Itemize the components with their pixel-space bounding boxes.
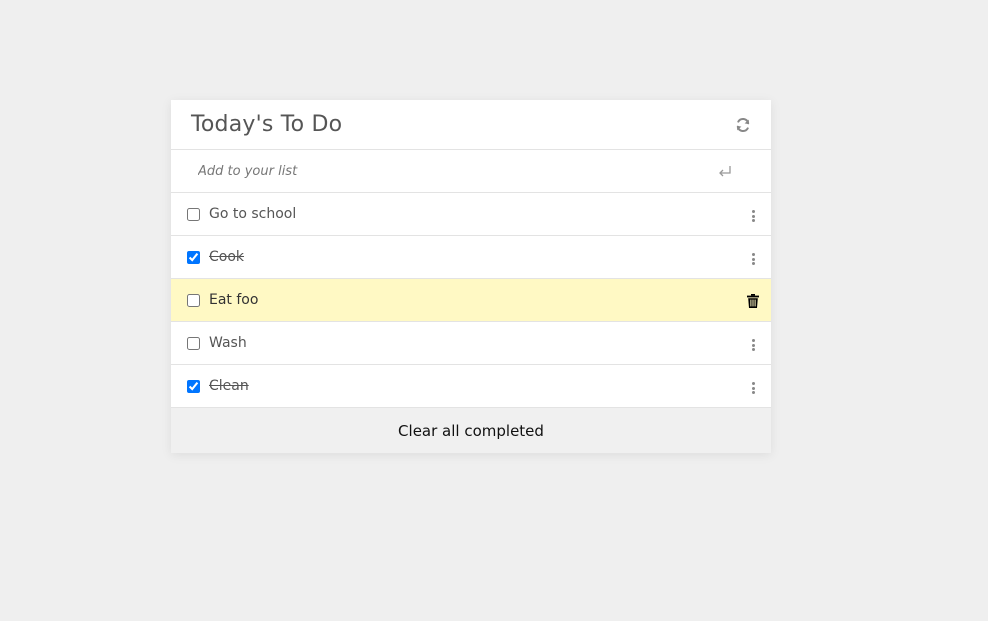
kebab-menu-icon[interactable] — [748, 252, 758, 266]
list-item: Wash — [171, 322, 771, 365]
clear-completed-label: Clear all completed — [398, 421, 544, 440]
item-label: Eat foo — [209, 292, 259, 308]
list-item: Clean — [171, 365, 771, 408]
refresh-icon[interactable] — [735, 117, 751, 133]
item-label: Cook — [209, 249, 245, 265]
item-checkbox[interactable] — [187, 207, 200, 221]
item-checkbox[interactable] — [187, 379, 200, 393]
list-item: Go to school — [171, 193, 771, 236]
kebab-menu-icon[interactable] — [748, 381, 758, 395]
item-checkbox[interactable] — [187, 250, 200, 264]
todo-card: Today's To Do Go to school Cook Eat foo — [171, 100, 771, 453]
page-title: Today's To Do — [191, 112, 343, 137]
item-checkbox[interactable] — [187, 336, 200, 350]
item-label: Wash — [209, 335, 247, 351]
list-item: Cook — [171, 236, 771, 279]
kebab-menu-icon[interactable] — [748, 209, 758, 223]
todo-list: Go to school Cook Eat foo Wash Clean — [171, 193, 771, 408]
add-item-row — [171, 150, 771, 193]
list-item: Eat foo — [171, 279, 771, 322]
add-item-input[interactable] — [196, 162, 717, 180]
trash-icon[interactable] — [747, 294, 759, 308]
clear-completed-button[interactable]: Clear all completed — [171, 408, 771, 453]
card-header: Today's To Do — [171, 100, 771, 150]
item-label: Clean — [209, 378, 249, 394]
kebab-menu-icon[interactable] — [748, 338, 758, 352]
item-checkbox[interactable] — [187, 293, 200, 307]
item-label: Go to school — [209, 206, 297, 222]
enter-icon[interactable] — [717, 164, 733, 178]
